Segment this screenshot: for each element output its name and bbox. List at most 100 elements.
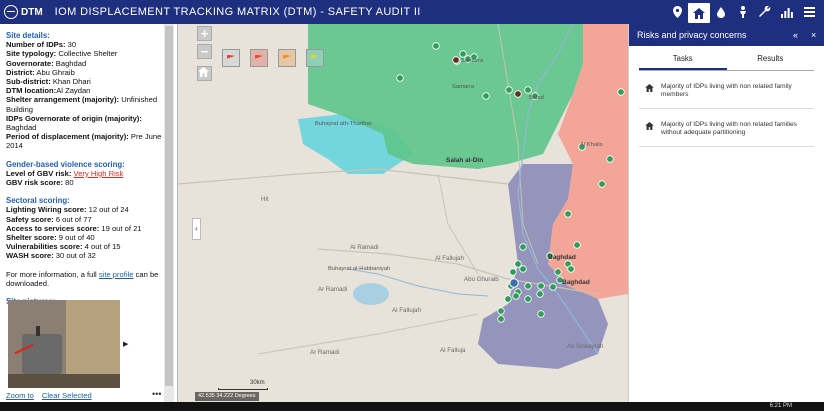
gbv-heading: Gender-based violence scoring: [6, 159, 125, 169]
site-detail-label: Shelter arrangement (majority): [6, 95, 120, 105]
site-detail-row: Period of displacement (majority): Pre J… [6, 132, 162, 150]
sectoral-score-label: Shelter score: [6, 233, 57, 243]
collapse-panel-button[interactable]: ‹ [192, 218, 201, 240]
task-item-label: Majority of IDPs living with non related… [661, 120, 797, 137]
map-place-label: Al Fallujah [392, 307, 421, 314]
sectoral-score-row: Vulnerabilities score: 4 out of 15 [6, 242, 162, 251]
panel-title: Risks and privacy concerns [637, 30, 747, 40]
taskbar: 6:21 PM [0, 402, 824, 411]
scale-bar [218, 388, 268, 390]
menu-icon[interactable] [798, 0, 820, 24]
map-place-label: Salah al-Din [446, 157, 484, 164]
gbv-risk-value[interactable]: Very High Risk [74, 169, 124, 178]
task-item-label: Majority of IDPs living with non related… [661, 83, 792, 99]
panel-footer: Zoom to Clear Selected [6, 391, 100, 400]
gbv-score-row: GBV risk score: 80 [6, 178, 162, 187]
tab-results[interactable]: Results [727, 54, 815, 70]
taskbar-clock: 6:21 PM [769, 403, 792, 409]
map-place-label: Al Falluja [440, 347, 466, 354]
next-picture-button[interactable]: ▶ [123, 340, 128, 349]
more-info-prefix: For more information, a full [6, 269, 99, 279]
site-detail-label: Period of displacement (majority): [6, 132, 129, 142]
flag-filter-medium[interactable] [278, 49, 296, 67]
scrollbar-thumb[interactable] [165, 26, 173, 386]
dtm-logo: DTM [4, 5, 43, 19]
sectoral-score-value: 6 out of 77 [53, 214, 92, 224]
map-place-label: Balad [529, 95, 544, 101]
site-detail-value: Khan Dhari [50, 77, 91, 87]
sectoral-score-row: Shelter score: 9 out of 40 [6, 233, 162, 242]
panel-scrollbar[interactable] [164, 24, 174, 402]
water-drop-icon[interactable] [710, 0, 732, 24]
sectoral-score-row: WASH score: 30 out of 32 [6, 251, 162, 260]
task-item[interactable]: Majority of IDPs living with non related… [639, 71, 814, 109]
site-detail-label: DTM location: [6, 86, 57, 96]
site-detail-value: Collective Shelter [56, 49, 118, 59]
map-view[interactable]: + − ‹ Samarra Samarra Balad Buhayrat ath-Th… [178, 24, 628, 402]
location-pin-icon[interactable] [666, 0, 688, 24]
panel-tabs: Tasks Results [639, 54, 814, 71]
bar-chart-icon[interactable] [776, 0, 798, 24]
zoom-to-link[interactable]: Zoom to [6, 391, 34, 400]
sectoral-score-value: 12 out of 24 [86, 205, 129, 215]
map-place-label: As Suwayrah [567, 343, 604, 350]
map-place-label: Ar Ramadi [318, 286, 348, 293]
gbv-risk-label: Level of GBV risk: [6, 168, 72, 178]
house-icon [645, 84, 655, 100]
map-place-label: Al Ramadi [350, 244, 379, 251]
sectoral-score-label: WASH score: [6, 251, 54, 261]
map-place-label: Buhayrat ath-Tharthar [315, 121, 372, 127]
sectoral-score-row: Lighting Wiring score: 12 out of 24 [6, 205, 162, 214]
sectoral-score-label: Safety score: [6, 214, 54, 224]
map-place-label: Hit [261, 196, 269, 203]
map-place-label: Buhayrat al-Habbaniyah [328, 266, 391, 272]
tab-tasks[interactable]: Tasks [639, 54, 727, 70]
clear-selected-link[interactable]: Clear Selected [42, 391, 92, 400]
scale-label: 30km [250, 380, 265, 386]
gbv-risk-row: Level of GBV risk: Very High Risk [6, 169, 162, 178]
site-picture[interactable] [8, 300, 120, 388]
gbv-score-label: GBV risk score: [6, 178, 63, 188]
sectoral-heading: Sectoral scoring: [6, 196, 70, 206]
map-place-label: Baghdad [548, 254, 576, 261]
zoom-out-button[interactable]: − [197, 44, 212, 59]
site-profile-link[interactable]: site profile [99, 270, 134, 279]
flag-filter-high[interactable] [250, 49, 268, 67]
site-detail-row: DTM location:Al Zaydan [6, 86, 162, 95]
site-detail-value: Baghdad [6, 123, 37, 133]
site-detail-value: Baghdad [53, 58, 87, 68]
site-detail-label: Governorate: [6, 58, 54, 68]
map-place-label: Samarra [461, 58, 484, 64]
flag-filter-low[interactable] [306, 49, 324, 67]
task-item[interactable]: Majority of IDPs living with non related… [639, 109, 814, 147]
person-icon[interactable] [732, 0, 754, 24]
flag-icon [311, 54, 319, 59]
site-detail-value: Abu Ghraib [34, 67, 75, 77]
sectoral-score-row: Safety score: 6 out of 77 [6, 215, 162, 224]
coordinates-readout: 42.535 34.222 Degrees [195, 392, 259, 401]
site-detail-value: Al Zaydan [56, 86, 91, 96]
flag-filter-very-high[interactable] [222, 49, 240, 67]
map-place-label: Baghdad [562, 279, 590, 286]
gbv-score-value: 80 [62, 178, 74, 188]
wrench-icon[interactable] [754, 0, 776, 24]
flag-icon [283, 54, 291, 59]
site-detail-value: 30 [65, 40, 77, 50]
site-detail-label: Site typology: [6, 49, 57, 59]
map-place-label: Samarra [452, 84, 475, 90]
more-options-button[interactable]: ••• [152, 389, 161, 399]
collapse-icon[interactable]: « [793, 24, 798, 46]
site-detail-label: IDPs Governorate of origin (majority): [6, 113, 142, 123]
flag-icon [227, 54, 235, 59]
sectoral-score-row: Access to services score: 19 out of 21 [6, 224, 162, 233]
home-extent-button[interactable] [197, 66, 212, 81]
zoom-in-button[interactable]: + [197, 26, 212, 41]
sectoral-list: Lighting Wiring score: 12 out of 24 Safet… [6, 205, 162, 260]
site-detail-row: Governorate: Baghdad [6, 59, 162, 68]
header-toolbar [666, 0, 820, 24]
close-icon[interactable]: × [811, 24, 816, 46]
app-window: DTM IOM DISPLACEMENT TRACKING MATRIX (DT… [0, 0, 824, 411]
home-icon[interactable] [688, 3, 710, 23]
panel-header: Risks and privacy concerns « × [629, 24, 824, 46]
map-canvas [178, 24, 628, 402]
